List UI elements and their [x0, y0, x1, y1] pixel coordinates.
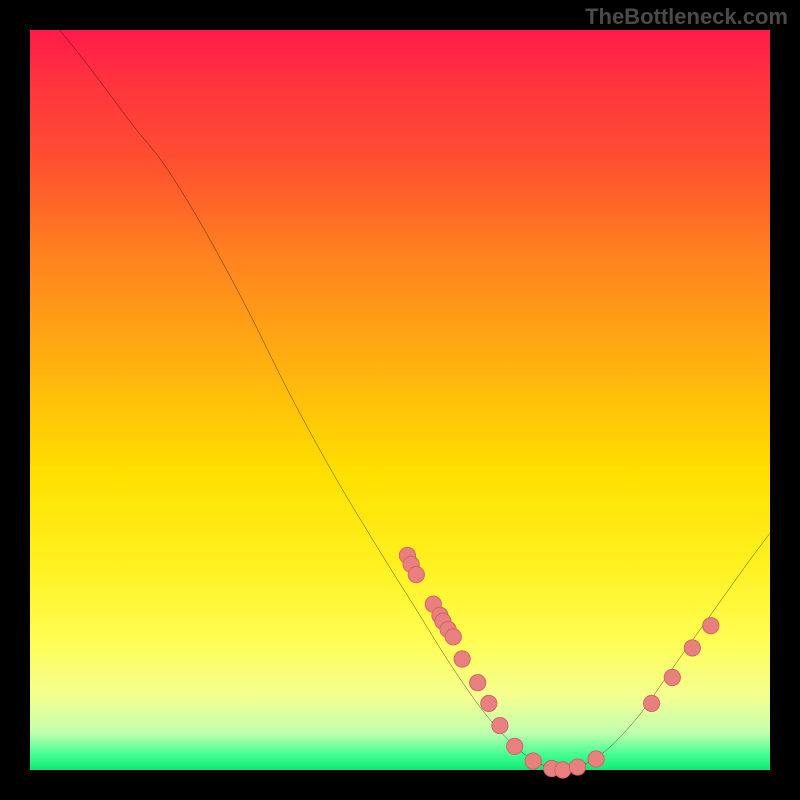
data-marker	[445, 629, 461, 645]
bottleneck-curve	[60, 30, 770, 770]
data-marker	[555, 762, 571, 778]
data-marker	[569, 759, 585, 775]
data-marker	[470, 675, 486, 691]
data-marker	[588, 751, 604, 767]
data-marker	[408, 567, 424, 583]
data-marker	[684, 640, 700, 656]
data-marker	[525, 753, 541, 769]
watermark-label: TheBottleneck.com	[585, 4, 788, 30]
data-markers	[399, 547, 719, 778]
data-marker	[492, 717, 508, 733]
chart-container: TheBottleneck.com	[0, 0, 800, 800]
data-marker	[643, 695, 659, 711]
data-marker	[703, 618, 719, 634]
plot-area	[30, 30, 770, 770]
data-marker	[664, 669, 680, 685]
data-marker	[507, 738, 523, 754]
chart-svg	[30, 30, 770, 770]
data-marker	[454, 651, 470, 667]
data-marker	[481, 695, 497, 711]
